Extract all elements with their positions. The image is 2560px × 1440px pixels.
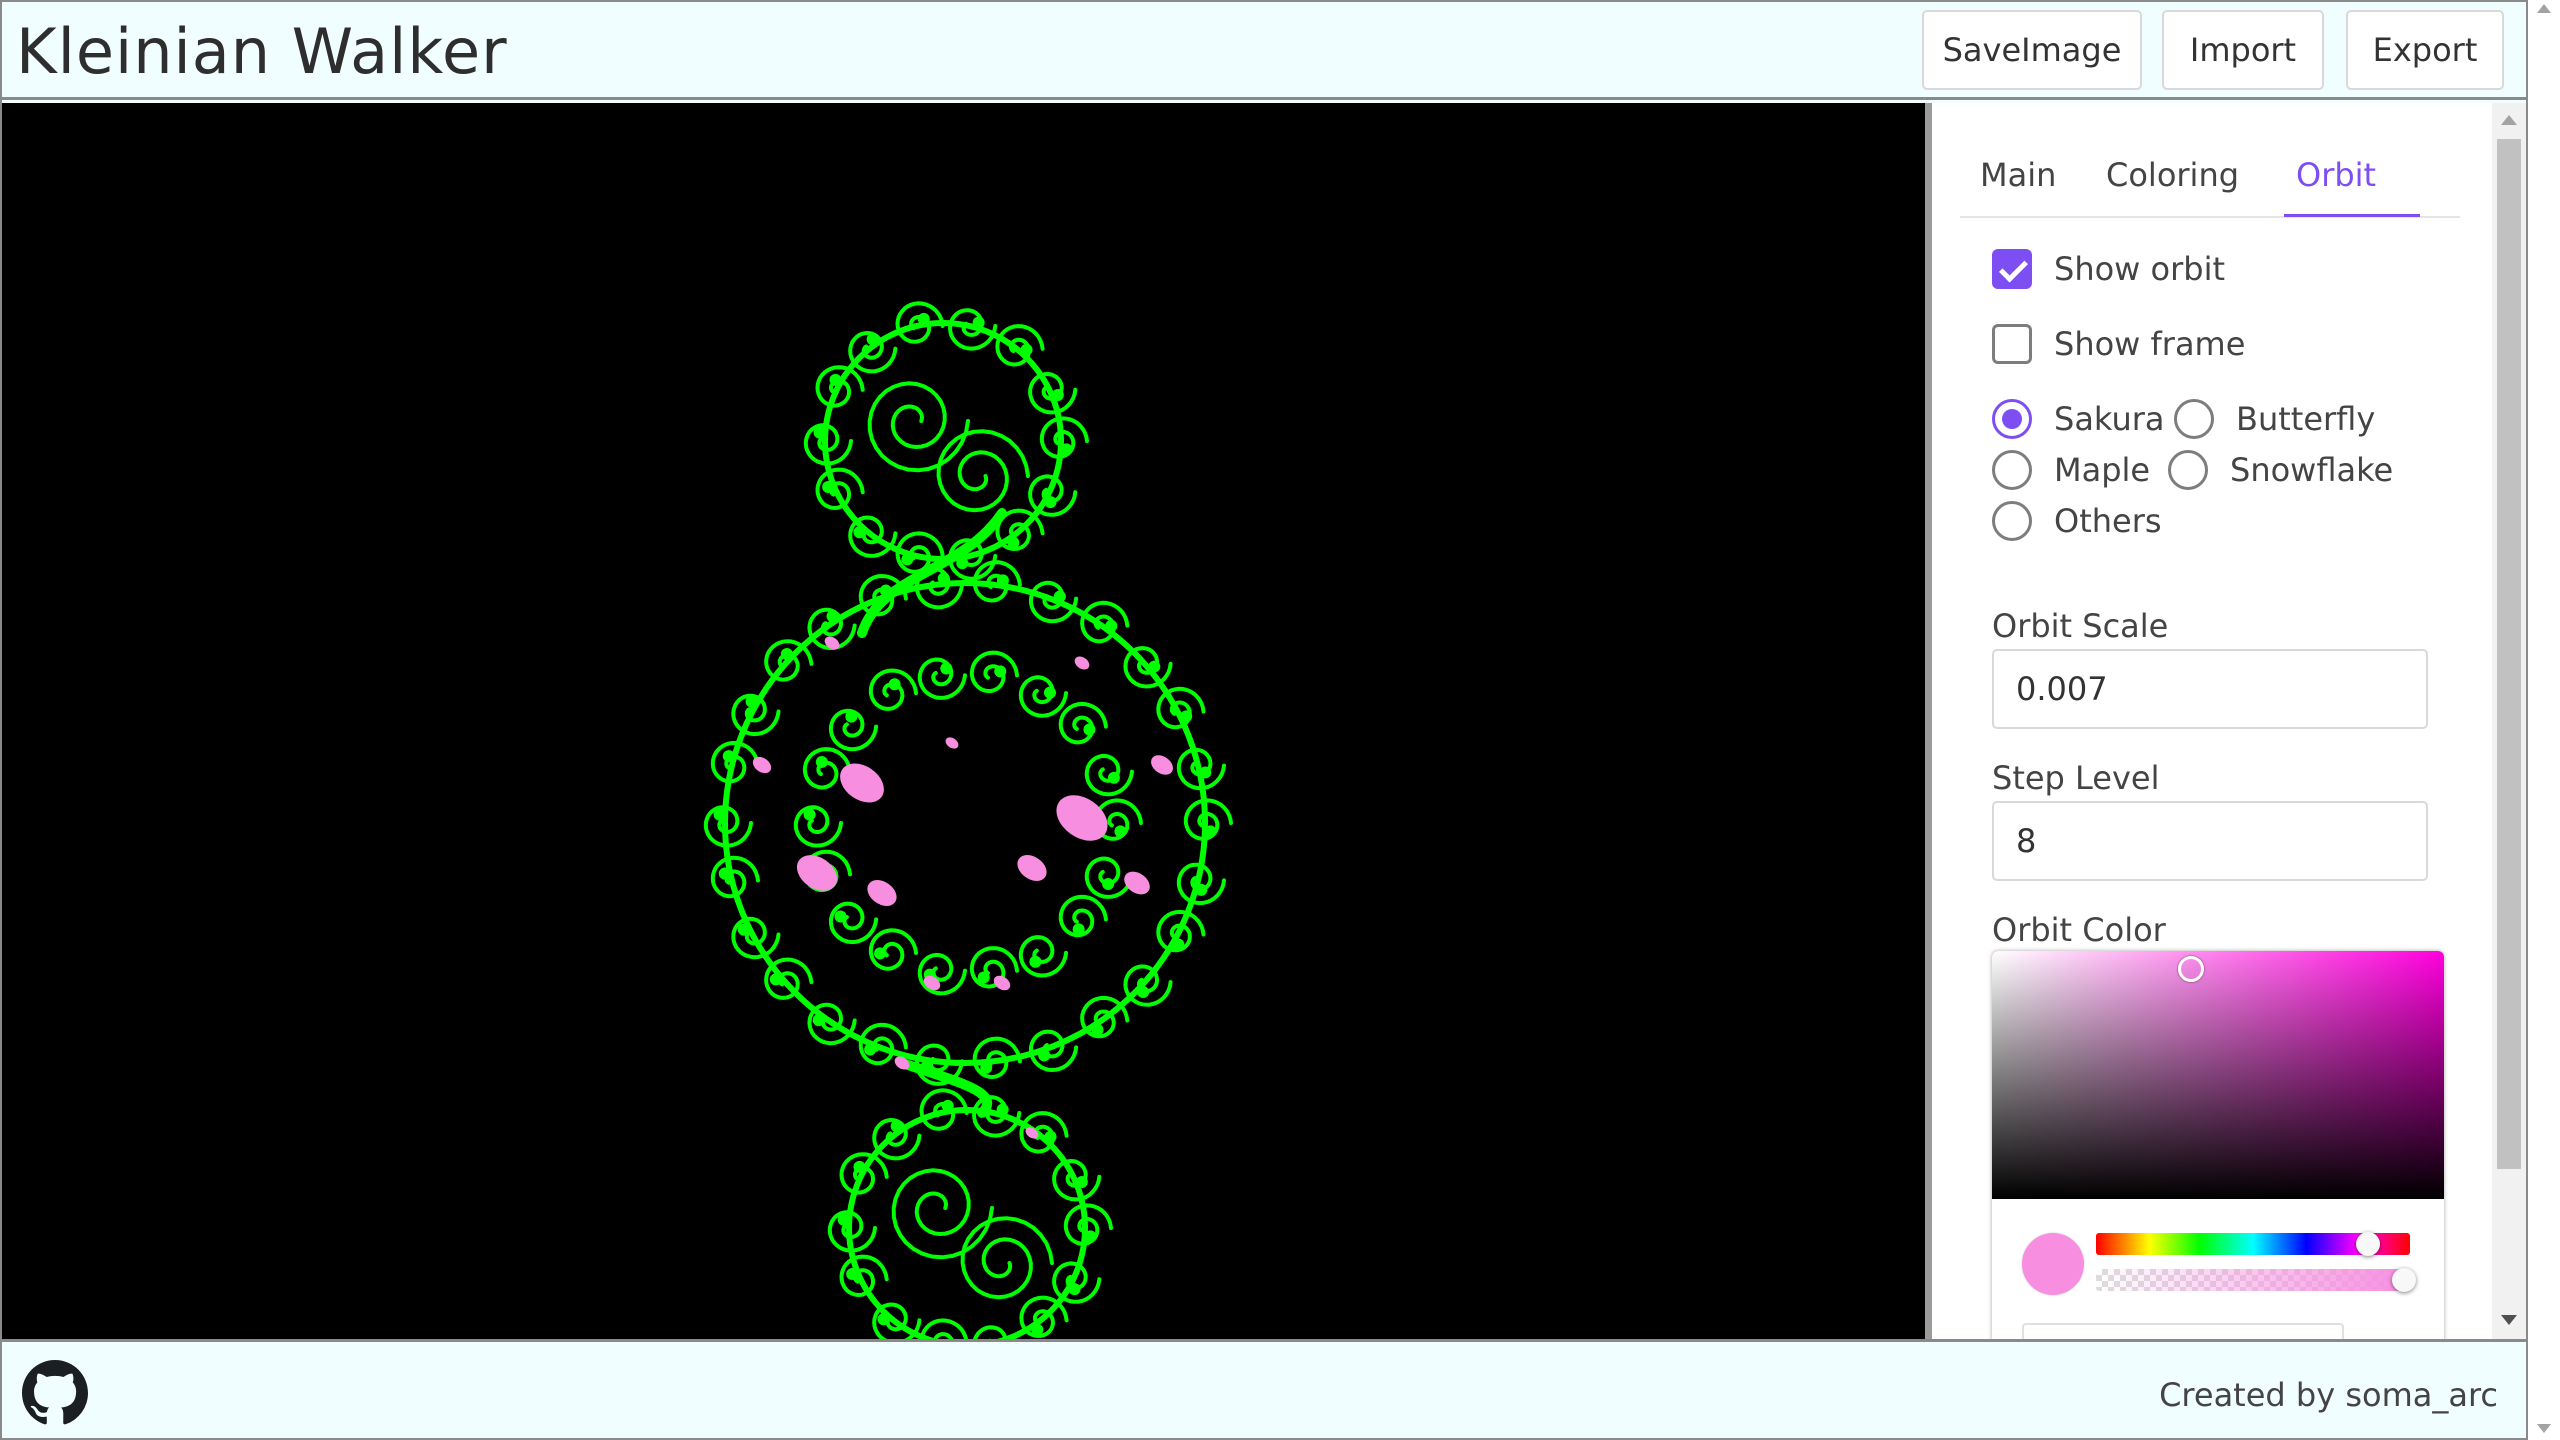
saturation-area[interactable] bbox=[1992, 951, 2444, 1199]
scrollbar-thumb[interactable] bbox=[2497, 139, 2521, 1169]
app-title: Kleinian Walker bbox=[16, 15, 508, 88]
scroll-down-arrow-icon[interactable] bbox=[2501, 1315, 2517, 1325]
radio-maple-button[interactable] bbox=[1992, 450, 2032, 490]
render-canvas[interactable] bbox=[2, 103, 1925, 1339]
tab-coloring[interactable]: Coloring bbox=[2106, 156, 2239, 194]
import-button[interactable]: Import bbox=[2162, 10, 2324, 90]
export-button[interactable]: Export bbox=[2346, 10, 2504, 90]
footer: Created by soma_arc bbox=[2, 1339, 2526, 1438]
orbit-color-picker bbox=[1992, 951, 2444, 1339]
radio-others-label: Others bbox=[2054, 502, 2162, 540]
show-orbit-label: Show orbit bbox=[2054, 250, 2225, 288]
show-orbit-checkbox[interactable] bbox=[1992, 249, 2032, 289]
orbit-color-label: Orbit Color bbox=[1992, 911, 2166, 949]
radio-snowflake-button[interactable] bbox=[2168, 450, 2208, 490]
color-swatch bbox=[2022, 1233, 2084, 1295]
panel-divider[interactable] bbox=[1925, 103, 1932, 1339]
tab-orbit[interactable]: Orbit bbox=[2296, 156, 2376, 194]
orbit-scale-label: Orbit Scale bbox=[1992, 607, 2169, 645]
panel-scrollbar[interactable] bbox=[2492, 103, 2526, 1339]
step-level-label: Step Level bbox=[1992, 759, 2160, 797]
github-icon[interactable] bbox=[22, 1360, 88, 1426]
show-frame-label: Show frame bbox=[2054, 325, 2246, 363]
header: Kleinian Walker SaveImage Import Export bbox=[2, 2, 2526, 100]
radio-maple[interactable]: Maple bbox=[1992, 448, 2150, 492]
radio-sakura-label: Sakura bbox=[2054, 400, 2165, 438]
tab-main[interactable]: Main bbox=[1980, 156, 2056, 194]
tab-bar: Main Coloring Orbit bbox=[1960, 148, 2460, 218]
radio-butterfly-button[interactable] bbox=[2174, 399, 2214, 439]
app-window: Kleinian Walker SaveImage Import Export … bbox=[0, 0, 2528, 1440]
save-image-button[interactable]: SaveImage bbox=[1922, 10, 2142, 90]
show-frame-checkbox[interactable] bbox=[1992, 324, 2032, 364]
active-tab-indicator bbox=[2284, 214, 2420, 217]
settings-panel: Main Coloring Orbit Show orbit Show fram… bbox=[1932, 103, 2492, 1339]
radio-snowflake-label: Snowflake bbox=[2230, 451, 2394, 489]
radio-others[interactable]: Others bbox=[1992, 499, 2162, 543]
fractal-image bbox=[703, 301, 1233, 1339]
radio-others-button[interactable] bbox=[1992, 501, 2032, 541]
hue-slider-thumb[interactable] bbox=[2356, 1232, 2380, 1256]
radio-sakura-button[interactable] bbox=[1992, 399, 2032, 439]
window-scrollbar[interactable] bbox=[2528, 0, 2560, 1440]
radio-butterfly[interactable]: Butterfly bbox=[2174, 397, 2375, 441]
alpha-slider[interactable] bbox=[2096, 1268, 2416, 1292]
orbit-scale-input[interactable] bbox=[1992, 649, 2428, 729]
alpha-slider-thumb[interactable] bbox=[2392, 1268, 2416, 1292]
color-hex-input[interactable] bbox=[2022, 1323, 2344, 1339]
credit-text: Created by soma_arc bbox=[2159, 1376, 2498, 1414]
radio-maple-label: Maple bbox=[2054, 451, 2151, 489]
show-frame-row[interactable]: Show frame bbox=[1992, 322, 2245, 366]
radio-sakura[interactable]: Sakura bbox=[1992, 397, 2165, 441]
window-scroll-up-icon[interactable] bbox=[2537, 4, 2551, 13]
radio-butterfly-label: Butterfly bbox=[2236, 400, 2376, 438]
hue-slider[interactable] bbox=[2096, 1232, 2410, 1256]
show-orbit-row[interactable]: Show orbit bbox=[1992, 247, 2225, 291]
radio-snowflake[interactable]: Snowflake bbox=[2168, 448, 2393, 492]
step-level-input[interactable] bbox=[1992, 801, 2428, 881]
scroll-up-arrow-icon[interactable] bbox=[2501, 115, 2517, 125]
window-scroll-down-icon[interactable] bbox=[2537, 1424, 2551, 1433]
saturation-cursor[interactable] bbox=[2178, 956, 2204, 982]
